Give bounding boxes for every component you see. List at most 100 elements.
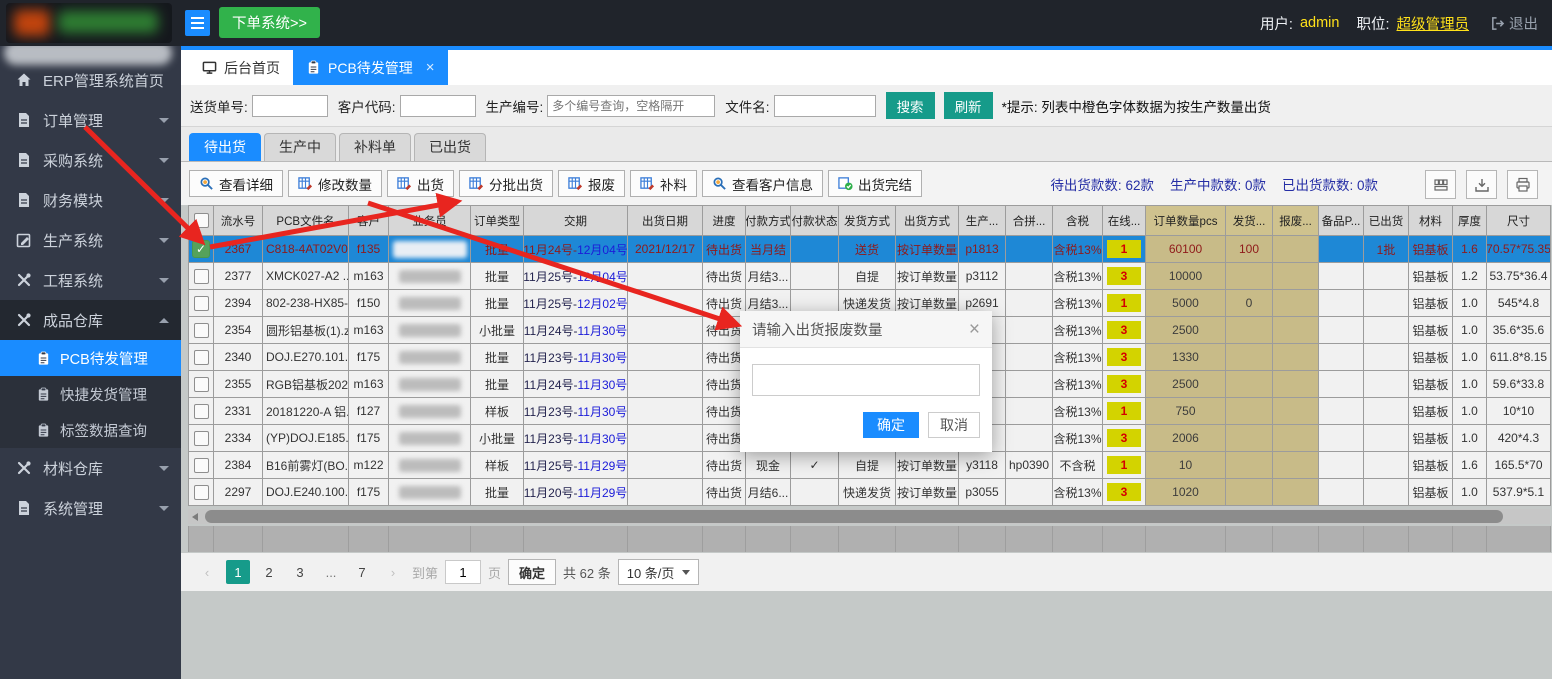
page-button-3[interactable]: 3 — [288, 560, 312, 584]
row-checkbox[interactable] — [193, 430, 209, 446]
tab-PCB待发管理[interactable]: PCB待发管理 × — [293, 50, 448, 85]
column-header-订单类型[interactable]: 订单类型 — [471, 206, 524, 236]
column-header-在线...[interactable]: 在线... — [1103, 206, 1146, 236]
column-header-checkbox[interactable] — [189, 206, 214, 236]
dialog-close-icon[interactable]: × — [969, 320, 980, 339]
column-header-已出货[interactable]: 已出货 — [1364, 206, 1409, 236]
table-row[interactable]: 2384 B16前雾灯(BO... m122 样板 11月25号- 11月29号 待出货 现金… — [189, 452, 1551, 479]
tab-close-icon[interactable]: × — [426, 60, 435, 75]
column-header-备品P...[interactable]: 备品P... — [1319, 206, 1364, 236]
row-checkbox[interactable] — [193, 484, 209, 500]
file-name-input[interactable] — [773, 94, 876, 117]
tab-后台首页[interactable]: 后台首页 — [189, 50, 293, 85]
sidebar-item-生产系统[interactable]: 生产系统 — [0, 220, 181, 260]
toolbar-button-修改数量[interactable]: 修改数量 — [288, 170, 382, 197]
order-system-button[interactable]: 下单系统>> — [219, 7, 320, 38]
page-button-2[interactable]: 2 — [257, 560, 281, 584]
status-tab-待出货[interactable]: 待出货 — [189, 133, 261, 161]
table-row[interactable]: ✓ 2367 C818-4AT02V0... f135 批量 11月24号- 12月04号 2… — [189, 236, 1551, 263]
sidebar-item-采购系统[interactable]: 采购系统 — [0, 140, 181, 180]
status-tab-生产中[interactable]: 生产中 — [264, 133, 336, 161]
status-tab-已出货[interactable]: 已出货 — [414, 133, 486, 161]
column-header-流水号[interactable]: 流水号 — [214, 206, 263, 236]
status-tab-补料单[interactable]: 补料单 — [339, 133, 411, 161]
toolbar-button-查看详细[interactable]: 查看详细 — [189, 170, 283, 197]
page-size-select[interactable]: 10 条/页 — [617, 559, 700, 585]
next-page-button[interactable]: › — [381, 560, 405, 584]
goto-page-input[interactable] — [445, 560, 482, 584]
select-all-checkbox[interactable] — [193, 213, 209, 228]
cell-流水号: 2355 — [214, 371, 263, 398]
column-header-合拼...[interactable]: 合拼... — [1006, 206, 1053, 236]
refresh-button[interactable]: 刷新 — [943, 92, 993, 119]
toolbar-button-出货[interactable]: 出货 — [387, 170, 454, 197]
search-button[interactable]: 搜索 — [885, 92, 935, 119]
row-checkbox[interactable] — [193, 295, 209, 311]
column-header-尺寸[interactable]: 尺寸 — [1487, 206, 1551, 236]
dialog-cancel-button[interactable]: 取消 — [928, 412, 980, 438]
row-checkbox[interactable] — [193, 403, 209, 419]
sidebar-subitem-PCB待发管理[interactable]: PCB待发管理 — [0, 340, 181, 376]
horizontal-scrollbar-thumb[interactable] — [205, 510, 1503, 523]
footer-cell — [746, 526, 791, 552]
column-header-生产...[interactable]: 生产... — [959, 206, 1006, 236]
column-header-出货方式[interactable]: 出货方式 — [896, 206, 959, 236]
column-header-发货...[interactable]: 发货... — [1226, 206, 1273, 236]
cell-value: 1020 — [1172, 485, 1199, 499]
toolbar-button-查看客户信息[interactable]: 查看客户信息 — [702, 170, 823, 197]
customer-code-input[interactable] — [399, 94, 476, 117]
column-header-发货方式[interactable]: 发货方式 — [839, 206, 896, 236]
sidebar-subitem-快捷发货管理[interactable]: 快捷发货管理 — [0, 376, 181, 412]
column-header-付款方式[interactable]: 付款方式 — [746, 206, 791, 236]
page-button-1[interactable]: 1 — [226, 560, 250, 584]
sidebar-item-工程系统[interactable]: 工程系统 — [0, 260, 181, 300]
table-row[interactable]: 2297 DOJ.E240.100... f175 批量 11月20号- 11月29号 待出… — [189, 479, 1551, 506]
menu-toggle-button[interactable] — [185, 10, 210, 36]
horizontal-scrollbar[interactable] — [188, 509, 1550, 524]
column-header-交期[interactable]: 交期 — [524, 206, 628, 236]
row-checkbox[interactable] — [193, 268, 209, 284]
sidebar-item-财务模块[interactable]: 财务模块 — [0, 180, 181, 220]
cell-订单类型: 批量 — [471, 371, 524, 398]
goto-confirm-button[interactable]: 确定 — [508, 559, 557, 585]
sidebar-subitem-标签数据查询[interactable]: 标签数据查询 — [0, 412, 181, 448]
toolbar-button-报废[interactable]: 报废 — [558, 170, 625, 197]
column-header-进度[interactable]: 进度 — [703, 206, 746, 236]
dialog-ok-button[interactable]: 确定 — [863, 412, 919, 438]
column-header-出货日期[interactable]: 出货日期 — [628, 206, 703, 236]
prev-page-button[interactable]: ‹ — [195, 560, 219, 584]
column-header-报废...[interactable]: 报废... — [1273, 206, 1319, 236]
toolbar-button-出货完结[interactable]: 出货完结 — [828, 170, 922, 197]
row-checkbox[interactable] — [193, 457, 209, 473]
sidebar-item-订单管理[interactable]: 订单管理 — [0, 100, 181, 140]
cell-出货日期 — [628, 290, 703, 317]
column-header-PCB文件名[interactable]: PCB文件名 — [263, 206, 349, 236]
column-header-客户[interactable]: 客户 — [349, 206, 389, 236]
table-row[interactable]: 2377 XMCK027-A2 ... m163 批量 11月25号- 12月04号 待出货… — [189, 263, 1551, 290]
production-no-input[interactable] — [547, 94, 716, 117]
column-header-订单数量pcs[interactable]: 订单数量pcs — [1146, 206, 1226, 236]
column-header-业务员[interactable]: 业务员 — [389, 206, 471, 236]
column-header-付款状态[interactable]: 付款状态 — [791, 206, 839, 236]
printer-button[interactable] — [1507, 170, 1538, 199]
sidebar-item-材料仓库[interactable]: 材料仓库 — [0, 448, 181, 488]
toolbar-button-补料[interactable]: 补料 — [630, 170, 697, 197]
toolbar-button-分批出货[interactable]: 分批出货 — [459, 170, 553, 197]
columns-button[interactable] — [1425, 170, 1456, 199]
scroll-left-button[interactable] — [188, 509, 202, 524]
row-checkbox[interactable] — [193, 376, 209, 392]
column-header-含税[interactable]: 含税 — [1053, 206, 1103, 236]
sidebar-item-成品仓库[interactable]: 成品仓库 — [0, 300, 181, 340]
column-header-材料[interactable]: 材料 — [1409, 206, 1453, 236]
scrap-quantity-input[interactable] — [752, 364, 980, 396]
sidebar-item-系统管理[interactable]: 系统管理 — [0, 488, 181, 528]
page-button-7[interactable]: 7 — [350, 560, 374, 584]
row-checkbox[interactable] — [193, 322, 209, 338]
row-checkbox[interactable] — [193, 349, 209, 365]
export-button[interactable] — [1466, 170, 1497, 199]
logout-button[interactable]: 退出 — [1490, 13, 1538, 34]
row-checkbox[interactable]: ✓ — [192, 240, 210, 258]
column-header-厚度[interactable]: 厚度 — [1453, 206, 1487, 236]
sidebar-item-ERP管理系统首页[interactable]: ERP管理系统首页 — [0, 60, 181, 100]
delivery-no-input[interactable] — [251, 94, 328, 117]
